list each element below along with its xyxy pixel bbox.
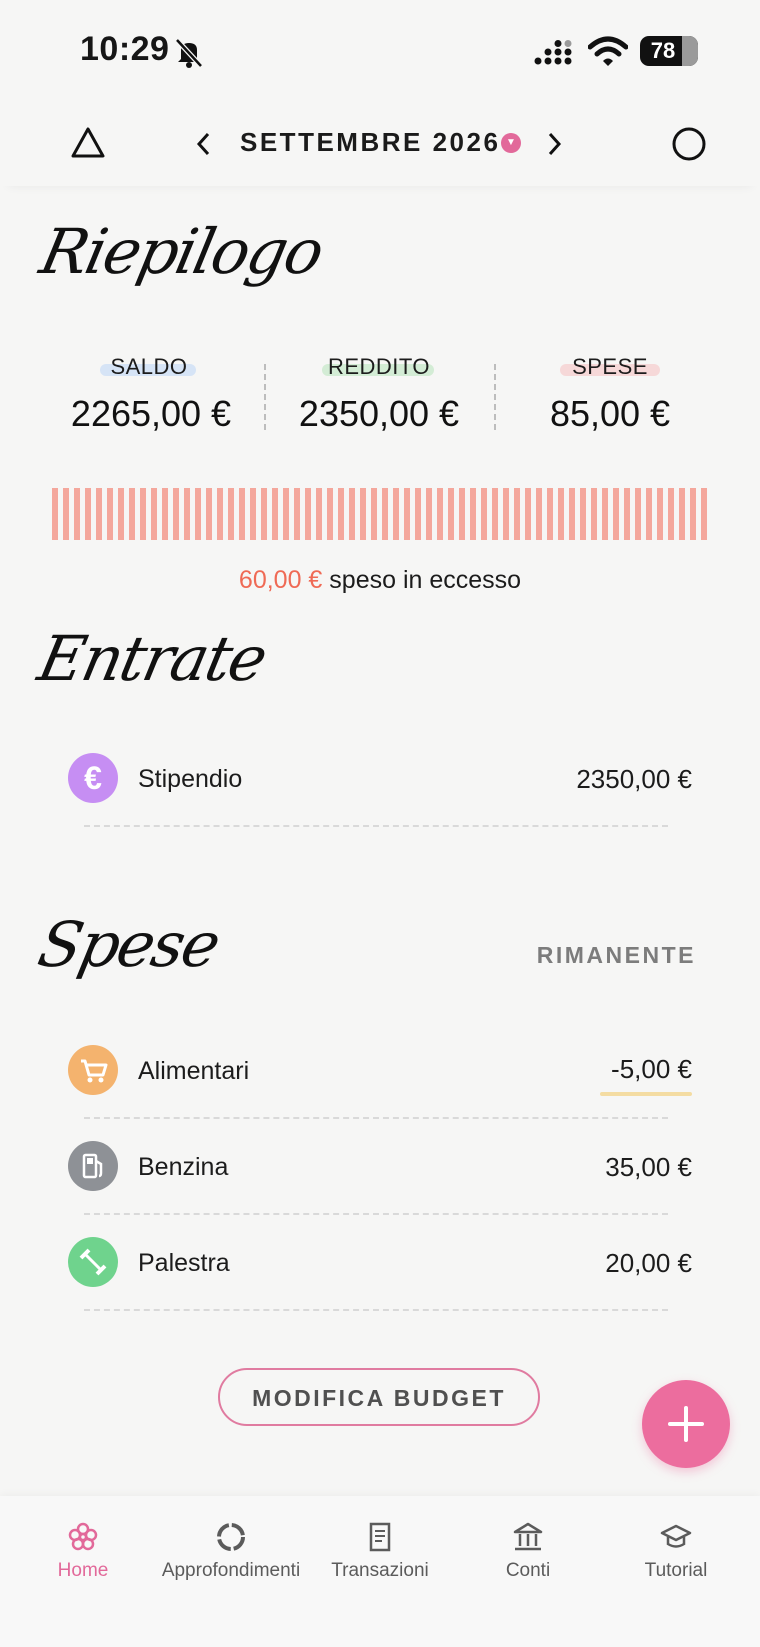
tab-label: Tutorial — [644, 1560, 708, 1581]
item-name: Stipendio — [138, 765, 243, 793]
euro-icon: € — [68, 753, 118, 803]
dumbbell-icon — [68, 1237, 118, 1287]
chevron-down-icon[interactable]: ▼ — [501, 133, 521, 153]
balance-label: SALDO — [110, 354, 188, 379]
bell-off-icon — [175, 38, 203, 68]
graduation-cap-icon — [660, 1524, 692, 1548]
fuel-icon — [68, 1141, 118, 1191]
chevron-left-icon[interactable] — [196, 131, 212, 157]
tab-transactions[interactable]: Transazioni — [305, 1520, 455, 1582]
item-value: 20,00 € — [605, 1248, 692, 1278]
budget-progress-bar — [52, 488, 708, 540]
item-name: Palestra — [138, 1249, 230, 1277]
flower-icon — [68, 1522, 98, 1551]
add-button[interactable] — [642, 1380, 730, 1468]
tab-label: Home — [57, 1560, 109, 1581]
circle-icon[interactable] — [671, 126, 707, 162]
over-budget-underline — [600, 1092, 692, 1096]
tab-label: Transazioni — [331, 1560, 429, 1581]
list-item[interactable]: € Stipendio 2350,00 € — [0, 750, 760, 810]
expenses-label: SPESE — [572, 354, 648, 379]
tab-accounts[interactable]: Conti — [453, 1520, 603, 1582]
signal-icon — [534, 40, 572, 65]
summary-title: Riepilogo — [34, 215, 329, 288]
donut-chart-icon — [217, 1523, 245, 1551]
divider — [84, 1213, 668, 1215]
battery-indicator: 78 — [640, 36, 698, 66]
remaining-label: RIMANENTE — [536, 942, 696, 968]
wifi-icon — [588, 36, 628, 66]
item-value: 2350,00 € — [576, 764, 692, 794]
divider — [84, 1309, 668, 1311]
divider — [84, 825, 668, 827]
divider — [494, 364, 496, 430]
tab-label: Conti — [505, 1560, 551, 1581]
list-item[interactable]: Alimentari -5,00 € — [0, 1042, 760, 1102]
tab-label: Approfondimenti — [161, 1560, 301, 1581]
list-item[interactable]: Palestra 20,00 € — [0, 1234, 760, 1294]
tab-tutorial[interactable]: Tutorial — [601, 1520, 751, 1582]
receipt-icon — [369, 1522, 391, 1552]
excess-text: 60,00 € speso in eccesso — [0, 566, 760, 595]
divider — [264, 364, 266, 430]
item-name: Alimentari — [138, 1057, 250, 1085]
expenses-title: Spese — [32, 908, 226, 981]
excess-label: speso in eccesso — [329, 566, 522, 594]
cart-icon — [68, 1045, 118, 1095]
tab-home[interactable]: Home — [8, 1520, 158, 1582]
edit-budget-button[interactable]: MODIFICA BUDGET — [218, 1368, 540, 1426]
item-value: -5,00 € — [611, 1054, 692, 1084]
chevron-right-icon[interactable] — [546, 131, 562, 157]
income-value: 2350,00 € — [298, 393, 460, 434]
item-name: Benzina — [138, 1153, 229, 1181]
bank-icon — [513, 1522, 543, 1551]
income-title: Entrate — [32, 622, 273, 695]
excess-amount: 60,00 € — [238, 566, 323, 594]
divider — [84, 1117, 668, 1119]
balance-value: 2265,00 € — [70, 393, 232, 434]
expenses-value: 85,00 € — [549, 393, 671, 434]
list-item[interactable]: Benzina 35,00 € — [0, 1138, 760, 1198]
income-label: REDDITO — [327, 354, 431, 379]
warning-triangle-icon[interactable] — [70, 126, 106, 160]
month-title[interactable]: SETTEMBRE 2026 — [240, 127, 500, 158]
status-time: 10:29 — [80, 30, 170, 68]
item-value: 35,00 € — [605, 1152, 692, 1182]
plus-icon — [668, 1406, 704, 1442]
tab-insights[interactable]: Approfondimenti — [156, 1520, 306, 1582]
